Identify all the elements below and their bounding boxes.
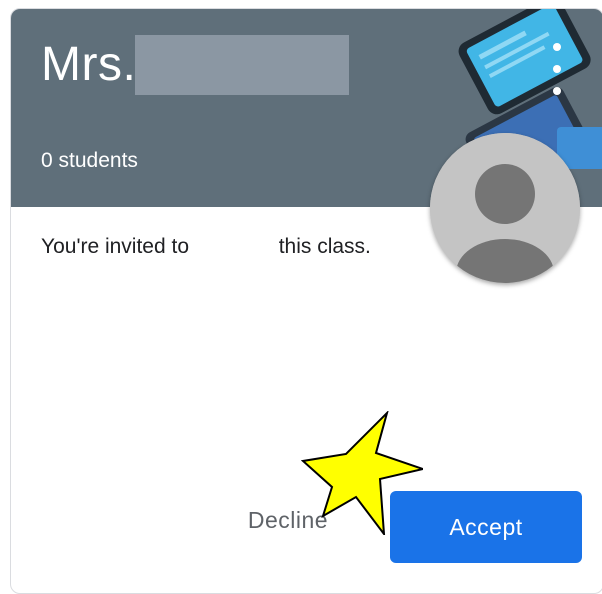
teacher-avatar <box>430 133 580 283</box>
invite-text-suffix: this class. <box>278 235 371 258</box>
redacted-text <box>194 237 273 258</box>
teacher-name[interactable]: Mrs. <box>41 38 136 92</box>
person-silhouette-icon <box>430 133 580 283</box>
student-count: 0 students <box>41 149 138 172</box>
more-options-button[interactable] <box>541 43 573 99</box>
star-icon <box>301 411 423 535</box>
invite-message: You're invited to this class. <box>41 235 371 259</box>
invite-text-prefix: You're invited to <box>41 235 190 258</box>
redacted-name <box>135 35 349 95</box>
class-invite-card: Mrs. 0 students You're invited to this c… <box>10 8 602 594</box>
